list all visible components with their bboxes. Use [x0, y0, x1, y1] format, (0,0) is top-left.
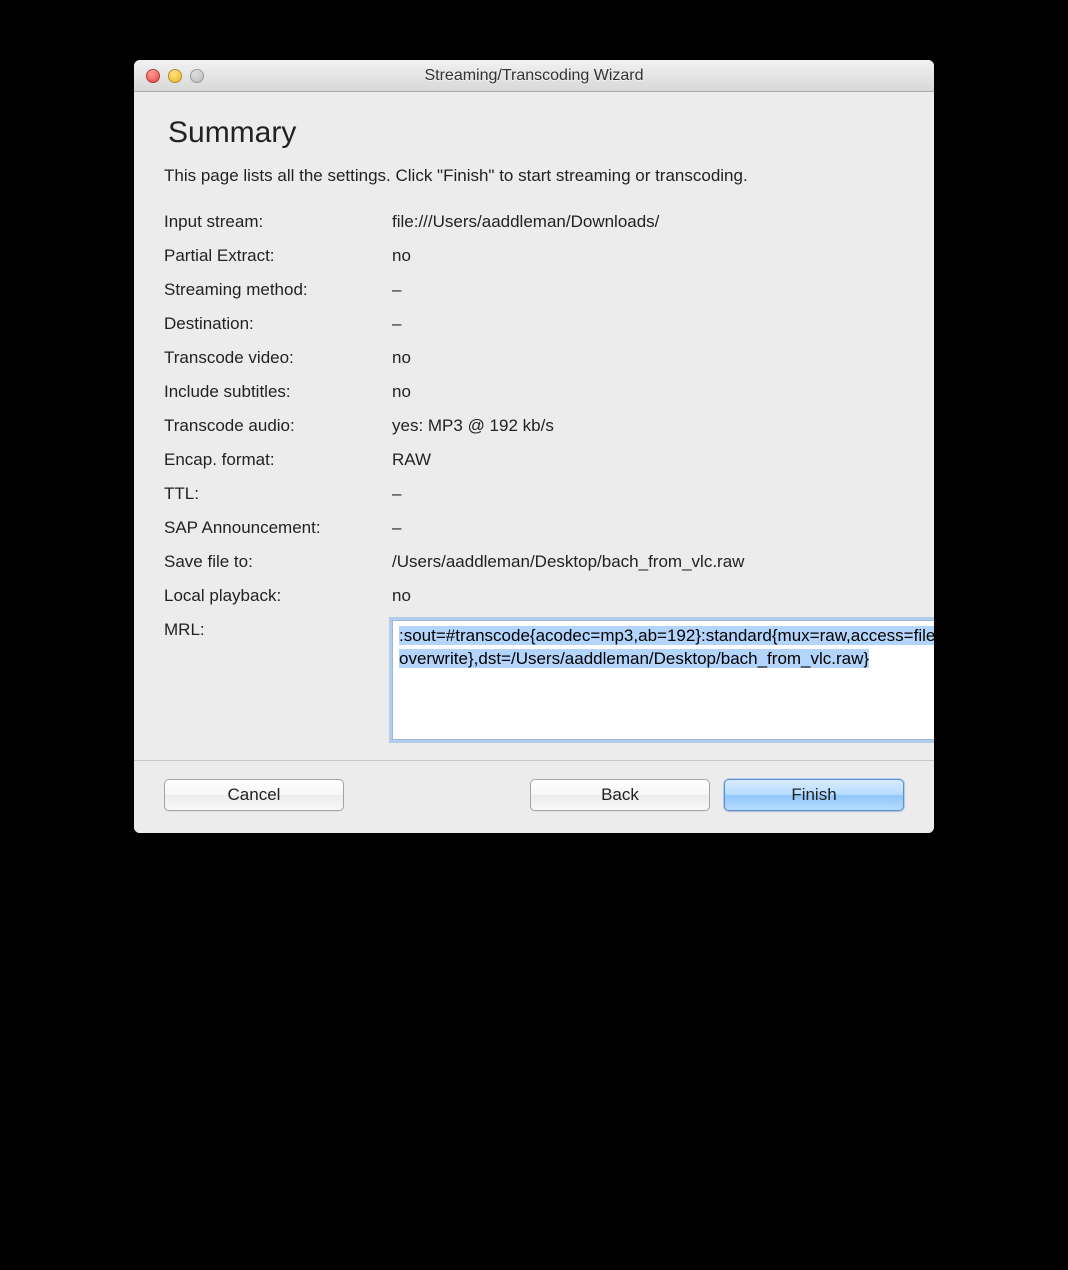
mrl-value[interactable]: :sout=#transcode{acodec=mp3,ab=192}:stan…: [399, 626, 934, 668]
label-encap-format: Encap. format:: [164, 450, 392, 470]
label-ttl: TTL:: [164, 484, 392, 504]
value-streaming-method: –: [392, 280, 904, 300]
label-streaming-method: Streaming method:: [164, 280, 392, 300]
value-sap-announcement: –: [392, 518, 904, 538]
label-local-playback: Local playback:: [164, 586, 392, 606]
summary-rows: Input stream: file:///Users/aaddleman/Do…: [164, 212, 904, 740]
label-transcode-audio: Transcode audio:: [164, 416, 392, 436]
value-destination: –: [392, 314, 904, 334]
row-ttl: TTL: –: [164, 484, 904, 504]
label-transcode-video: Transcode video:: [164, 348, 392, 368]
row-transcode-audio: Transcode audio: yes: MP3 @ 192 kb/s: [164, 416, 904, 436]
zoom-icon[interactable]: [190, 69, 204, 83]
value-save-file-to: /Users/aaddleman/Desktop/bach_from_vlc.r…: [392, 552, 904, 572]
row-partial-extract: Partial Extract: no: [164, 246, 904, 266]
row-mrl: MRL: :sout=#transcode{acodec=mp3,ab=192}…: [164, 620, 904, 740]
value-partial-extract: no: [392, 246, 904, 266]
value-include-subtitles: no: [392, 382, 904, 402]
value-transcode-audio: yes: MP3 @ 192 kb/s: [392, 416, 904, 436]
row-transcode-video: Transcode video: no: [164, 348, 904, 368]
wizard-window: Streaming/Transcoding Wizard Summary Thi…: [134, 60, 934, 833]
label-mrl: MRL:: [164, 620, 392, 640]
value-encap-format: RAW: [392, 450, 904, 470]
page-description: This page lists all the settings. Click …: [164, 164, 904, 188]
back-button[interactable]: Back: [530, 779, 710, 811]
page-heading: Summary: [168, 116, 904, 150]
value-input-stream: file:///Users/aaddleman/Downloads/: [392, 212, 904, 232]
mrl-field[interactable]: :sout=#transcode{acodec=mp3,ab=192}:stan…: [392, 620, 934, 740]
label-destination: Destination:: [164, 314, 392, 334]
value-transcode-video: no: [392, 348, 904, 368]
label-include-subtitles: Include subtitles:: [164, 382, 392, 402]
titlebar: Streaming/Transcoding Wizard: [134, 60, 934, 92]
minimize-icon[interactable]: [168, 69, 182, 83]
row-encap-format: Encap. format: RAW: [164, 450, 904, 470]
cancel-button[interactable]: Cancel: [164, 779, 344, 811]
footer-spacer: [358, 779, 516, 811]
value-local-playback: no: [392, 586, 904, 606]
row-destination: Destination: –: [164, 314, 904, 334]
label-save-file-to: Save file to:: [164, 552, 392, 572]
close-icon[interactable]: [146, 69, 160, 83]
row-local-playback: Local playback: no: [164, 586, 904, 606]
traffic-lights: [134, 69, 204, 83]
row-save-file-to: Save file to: /Users/aaddleman/Desktop/b…: [164, 552, 904, 572]
window-title: Streaming/Transcoding Wizard: [134, 67, 934, 85]
label-input-stream: Input stream:: [164, 212, 392, 232]
row-include-subtitles: Include subtitles: no: [164, 382, 904, 402]
value-ttl: –: [392, 484, 904, 504]
footer: Cancel Back Finish: [134, 761, 934, 833]
label-sap-announcement: SAP Announcement:: [164, 518, 392, 538]
finish-button[interactable]: Finish: [724, 779, 904, 811]
row-streaming-method: Streaming method: –: [164, 280, 904, 300]
row-input-stream: Input stream: file:///Users/aaddleman/Do…: [164, 212, 904, 232]
content-area: Summary This page lists all the settings…: [134, 92, 934, 760]
row-sap-announcement: SAP Announcement: –: [164, 518, 904, 538]
label-partial-extract: Partial Extract:: [164, 246, 392, 266]
